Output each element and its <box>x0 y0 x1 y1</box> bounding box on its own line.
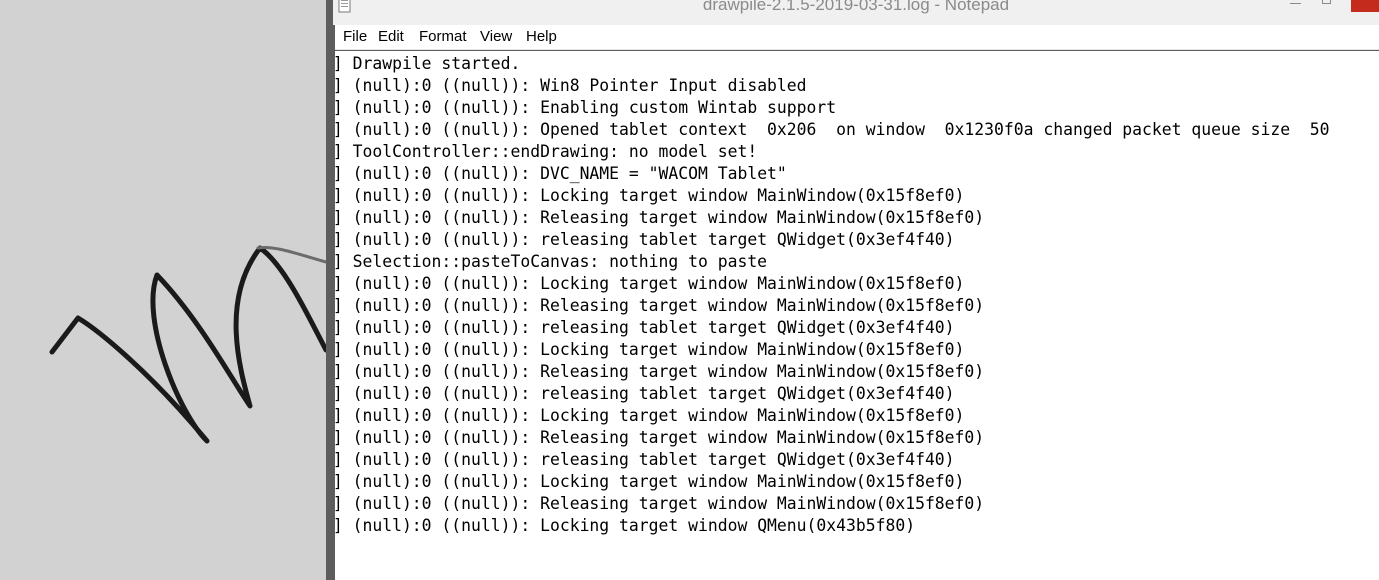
log-line: [DEBUG] (null):0 ((null)): Locking targe… <box>335 274 965 293</box>
log-line: [DEBUG] (null):0 ((null)): DVC_NAME = "W… <box>335 164 787 183</box>
log-line: [DEBUG] (null):0 ((null)): releasing tab… <box>335 450 955 469</box>
log-line: [DEBUG] (null):0 ((null)): Locking targe… <box>335 406 965 425</box>
log-line: [DEBUG] (null):0 ((null)): Opened tablet… <box>335 120 1330 139</box>
log-line: [DEBUG] (null):0 ((null)): releasing tab… <box>335 318 955 337</box>
log-line: [DEBUG] (null):0 ((null)): Releasing tar… <box>335 428 985 447</box>
text-editor-area[interactable]: [INFO] Drawpile started. [DEBUG] (null):0… <box>335 51 1379 580</box>
title-bar[interactable]: drawpile-2.1.5-2019-03-31.log - Notepad <box>333 0 1379 25</box>
vertical-scrollbar[interactable] <box>1372 51 1379 580</box>
log-line: [DEBUG] (null):0 ((null)): Releasing tar… <box>335 362 985 381</box>
log-line: [INFO] Drawpile started. <box>335 54 521 73</box>
maximize-icon <box>1322 0 1331 4</box>
menu-format[interactable]: Format <box>419 28 467 45</box>
menu-help[interactable]: Help <box>526 28 557 45</box>
drawing-canvas[interactable] <box>0 0 326 580</box>
log-line: [DEBUG] (null):0 ((null)): Locking targe… <box>335 472 965 491</box>
log-line: [WARNING] Selection::pasteToCanvas: noth… <box>335 252 768 271</box>
log-line: [DEBUG] (null):0 ((null)): Releasing tar… <box>335 494 985 513</box>
menu-edit[interactable]: Edit <box>378 28 404 45</box>
log-line: [DEBUG] (null):0 ((null)): Releasing tar… <box>335 208 985 227</box>
brush-stroke <box>49 245 326 444</box>
minimize-button[interactable] <box>1281 0 1311 10</box>
log-line: [DEBUG] (null):0 ((null)): releasing tab… <box>335 230 955 249</box>
log-line: [DEBUG] (null):0 ((null)): Releasing tar… <box>335 296 985 315</box>
log-line: [DEBUG] (null):0 ((null)): Locking targe… <box>335 186 965 205</box>
log-line: [DEBUG] (null):0 ((null)): Locking targe… <box>335 340 965 359</box>
menu-bar: File Edit Format View Help <box>335 25 1379 50</box>
window-title: drawpile-2.1.5-2019-03-31.log - Notepad <box>702 0 1010 14</box>
log-line: [WARNING] ToolController::endDrawing: no… <box>335 142 758 161</box>
log-text: [INFO] Drawpile started. [DEBUG] (null):0… <box>335 53 1379 537</box>
log-line: [DEBUG] (null):0 ((null)): Win8 Pointer … <box>335 76 807 95</box>
maximize-button[interactable] <box>1313 0 1343 10</box>
menu-file[interactable]: File <box>343 28 367 45</box>
minimize-icon <box>1290 3 1301 4</box>
log-line: [DEBUG] (null):0 ((null)): releasing tab… <box>335 384 955 403</box>
menu-view[interactable]: View <box>480 28 512 45</box>
close-button[interactable] <box>1351 0 1379 12</box>
brush-stroke-drawing <box>49 245 326 444</box>
log-line: [DEBUG] (null):0 ((null)): Locking targe… <box>335 516 916 535</box>
log-line: [DEBUG] (null):0 ((null)): Enabling cust… <box>335 98 837 117</box>
